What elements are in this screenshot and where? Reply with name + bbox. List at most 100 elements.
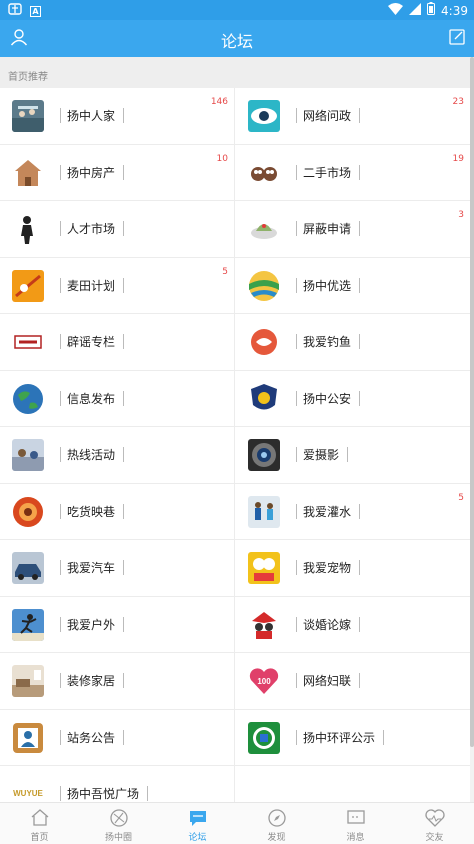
forum-board-label: 扬中人家 [67, 109, 116, 123]
divider [359, 277, 360, 293]
car-icon [12, 552, 44, 584]
divider [359, 390, 360, 406]
chat-bubble-icon [158, 808, 237, 828]
divider [60, 390, 61, 406]
tab-forum[interactable]: 论坛 [158, 803, 237, 844]
forum-board-label: 站务公告 [67, 730, 116, 745]
divider [60, 164, 61, 180]
tab-friends[interactable]: 交友 [395, 803, 474, 844]
eye-icon [248, 100, 280, 132]
forum-board-item[interactable]: 人才市场 [0, 201, 235, 257]
forum-board-item[interactable]: 我爱汽车 [0, 540, 235, 596]
tab-discover[interactable]: 发现 [237, 803, 316, 844]
divider [60, 729, 61, 745]
divider [359, 164, 360, 180]
divider [359, 673, 360, 688]
divider [123, 277, 124, 293]
compose-post-icon[interactable] [449, 29, 465, 49]
forum-board-item[interactable]: 谈婚论嫁 [235, 597, 470, 653]
circle-icon [79, 808, 158, 828]
forum-board-item[interactable]: 屏蔽申请 3 [235, 201, 470, 257]
forum-board-item[interactable]: 站务公告 [0, 709, 235, 765]
divider [359, 503, 360, 519]
forum-board-item[interactable]: 扬中环评公示 [235, 710, 470, 766]
forum-board-item[interactable]: 100 网络妇联 [235, 653, 470, 709]
forum-board-label: 麦田计划 [67, 278, 116, 293]
tab-label: 论坛 [188, 833, 207, 843]
forum-board-item[interactable]: 热线活动 [0, 427, 235, 483]
tab-circle[interactable]: 扬中圈 [79, 803, 158, 844]
divider [359, 221, 360, 236]
divider [123, 560, 124, 575]
eco-seal-icon [248, 721, 280, 754]
earth-icon [12, 383, 44, 415]
forum-board-label: 热线活动 [67, 448, 116, 462]
tab-label: 扬中圈 [104, 833, 132, 843]
divider [123, 729, 124, 745]
forum-grid: 扬中人家 146 网络问政 23 扬中房产 10 二手市场 19 人才市场 屏蔽申请 3 麦田计划 5 扬… [0, 88, 470, 823]
forum-board-item[interactable]: 我爱户外 [0, 596, 235, 652]
divider [60, 616, 61, 632]
scrollbar[interactable] [470, 57, 474, 747]
forum-board-item[interactable]: 爱摄影 [235, 427, 470, 483]
forum-board-label: 吃货映巷 [67, 504, 116, 519]
forum-board-label: 网络问政 [303, 109, 352, 123]
family-photo-icon [12, 100, 44, 132]
forum-board-item[interactable]: 扬中优选 [235, 258, 470, 314]
svg-text:100: 100 [257, 677, 271, 686]
forum-board-item[interactable]: 扬中公安 [235, 371, 470, 427]
forum-row: 装修家居 100 网络妇联 [0, 653, 470, 710]
police-badge-icon [248, 383, 280, 415]
forum-board-item[interactable]: 信息发布 [0, 370, 235, 426]
globe-stripes-icon [248, 270, 280, 302]
forum-row: 人才市场 屏蔽申请 3 [0, 201, 470, 258]
divider [123, 390, 124, 406]
forum-board-label: 我爱宠物 [303, 561, 352, 575]
forum-board-item[interactable]: 吃货映巷 [0, 483, 235, 539]
forum-board-item[interactable]: 二手市场 19 [235, 145, 470, 201]
divider [123, 616, 124, 632]
divider [296, 447, 297, 462]
forum-board-item[interactable]: 我爱宠物 [235, 540, 470, 596]
bottom-tab-bar: 首页 扬中圈 论坛 发现 消息 交友 [0, 802, 474, 844]
tab-home[interactable]: 首页 [0, 803, 79, 844]
forum-board-item[interactable]: 我爱钓鱼 [235, 314, 470, 370]
heart-icon [395, 808, 474, 828]
divider [60, 503, 61, 519]
divider [359, 334, 360, 349]
forum-board-label: 信息发布 [67, 391, 116, 406]
owls-icon [248, 156, 280, 189]
forum-board-item[interactable]: 扬中人家 146 [0, 88, 235, 144]
jumping-person-icon [12, 608, 44, 641]
forum-board-item[interactable]: 麦田计划 5 [0, 257, 235, 313]
wifi-icon [388, 2, 404, 19]
status-bar: A 4:39 [0, 0, 474, 20]
forum-board-item[interactable]: 扬中房产 10 [0, 144, 235, 200]
forum-board-label: 扬中优选 [303, 278, 352, 293]
status-time: 4:39 [441, 3, 468, 18]
house-icon [12, 156, 44, 189]
forum-row: 站务公告 扬中环评公示 [0, 709, 470, 766]
tab-label: 交友 [425, 833, 444, 843]
forum-board-label: 扬中环评公示 [303, 730, 376, 745]
divider [60, 277, 61, 293]
divider [296, 108, 297, 123]
profile-card-icon [12, 722, 44, 754]
forum-board-item[interactable]: 装修家居 [0, 653, 235, 709]
divider [296, 560, 297, 575]
tab-label: 首页 [30, 833, 49, 843]
tab-messages[interactable]: 消息 [316, 803, 395, 844]
divider [60, 108, 61, 123]
divider [296, 503, 297, 519]
rumor-stamp-icon [12, 326, 44, 358]
kids-photo-icon [248, 495, 280, 528]
a-notification-icon: A [30, 5, 41, 17]
tab-label: 消息 [346, 833, 365, 843]
forum-board-item[interactable]: 辟谣专栏 [0, 314, 235, 370]
forum-board-item[interactable]: 网络问政 23 [235, 88, 470, 144]
forum-row: 信息发布 扬中公安 [0, 370, 470, 427]
top-app-bar: 论坛 [0, 20, 474, 57]
divider [296, 390, 297, 406]
divider [296, 221, 297, 236]
forum-board-item[interactable]: 我爱灌水 5 [235, 484, 470, 540]
